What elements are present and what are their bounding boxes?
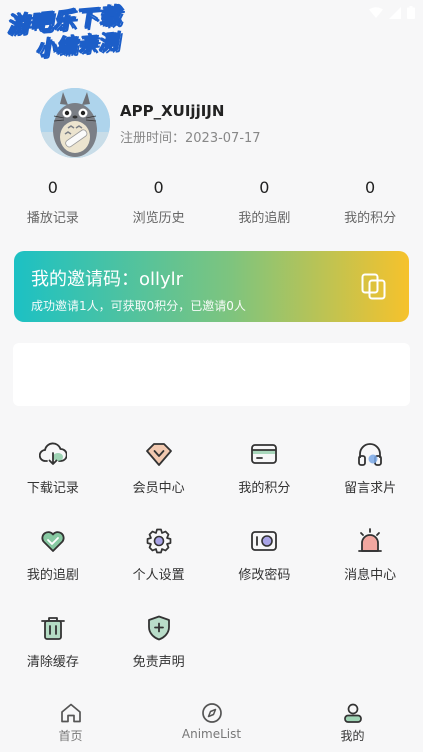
tab-label: 首页 xyxy=(58,729,83,743)
shield-plus-icon xyxy=(147,615,170,641)
invite-code-title: 我的邀请码：ollylr xyxy=(31,269,184,290)
wifi-icon xyxy=(369,6,383,18)
tab-mine[interactable]: 我的 xyxy=(282,696,423,752)
stat-value: 0 xyxy=(47,178,58,197)
stats-bar: 0 播放记录 0 浏览历史 0 我的追剧 0 我的积分 xyxy=(0,178,423,226)
tab-animelist[interactable]: AnimeList xyxy=(141,696,282,752)
menu-label: 我的追剧 xyxy=(26,568,79,583)
tab-label: AnimeList xyxy=(181,727,242,741)
stat-value: 0 xyxy=(365,178,376,197)
username: APP_XUIjjIJN xyxy=(120,102,225,120)
copy-icon[interactable] xyxy=(361,273,387,301)
stat-play-history[interactable]: 0 播放记录 xyxy=(0,178,106,226)
menu-my-follows[interactable]: 我的追剧 xyxy=(0,527,106,614)
menu-label: 会员中心 xyxy=(132,481,185,496)
cloud-download-icon xyxy=(38,442,67,465)
wallet-icon xyxy=(251,444,278,464)
status-icons xyxy=(369,6,415,19)
stat-label: 浏览历史 xyxy=(132,211,185,226)
registration-date-value: 2023-07-17 xyxy=(185,131,261,146)
tab-home[interactable]: 首页 xyxy=(0,696,141,752)
menu-label: 消息中心 xyxy=(344,568,397,583)
compass-icon xyxy=(201,703,222,723)
signal-icon xyxy=(389,6,401,19)
vip-badge-icon xyxy=(145,443,172,466)
user-icon xyxy=(343,703,362,723)
invite-code-subtitle: 成功邀请1人，可获取0积分，已邀请0人 xyxy=(31,299,246,313)
menu-label: 留言求片 xyxy=(344,481,397,496)
menu-clear-cache[interactable]: 清除缓存 xyxy=(0,614,106,701)
user-profile[interactable]: APP_XUIjjIJN 注册时间：2023-07-17 xyxy=(40,88,261,158)
menu-personal-settings[interactable]: 个人设置 xyxy=(106,527,212,614)
menu-label: 我的积分 xyxy=(238,481,291,496)
status-bar: 游吧乐下载 小编亲测 xyxy=(0,0,423,61)
function-menu-grid: 下载记录 会员中心 我的积分 留言求片 我的追剧 个人设置 修改密码 消息中心 … xyxy=(0,440,423,701)
stat-label: 我的追剧 xyxy=(238,211,291,226)
menu-label: 免责声明 xyxy=(132,655,185,670)
watermark-logo: 游吧乐下载 小编亲测 xyxy=(6,4,125,63)
stat-label: 播放记录 xyxy=(26,211,79,226)
menu-disclaimer[interactable]: 免责声明 xyxy=(106,614,212,701)
gear-icon xyxy=(146,528,171,554)
menu-request-movie[interactable]: 留言求片 xyxy=(317,440,423,527)
menu-change-password[interactable]: 修改密码 xyxy=(212,527,318,614)
stat-label: 我的积分 xyxy=(344,211,397,226)
bottom-tab-bar: 首页 AnimeList 我的 xyxy=(0,696,423,752)
menu-label: 清除缓存 xyxy=(26,655,79,670)
menu-vip-center[interactable]: 会员中心 xyxy=(106,440,212,527)
menu-label: 下载记录 xyxy=(26,481,79,496)
stat-value: 0 xyxy=(259,178,270,197)
menu-message-center[interactable]: 消息中心 xyxy=(317,527,423,614)
stat-value: 0 xyxy=(153,178,164,197)
menu-download-records[interactable]: 下载记录 xyxy=(0,440,106,527)
menu-label: 个人设置 xyxy=(132,568,185,583)
alarm-icon xyxy=(358,528,383,552)
battery-icon xyxy=(407,6,415,19)
headphones-icon xyxy=(358,443,383,466)
stat-my-points[interactable]: 0 我的积分 xyxy=(317,178,423,226)
avatar[interactable] xyxy=(40,88,110,158)
heart-icon xyxy=(41,531,65,552)
home-icon xyxy=(60,703,81,723)
banner-placeholder xyxy=(13,343,410,406)
stat-my-follows[interactable]: 0 我的追剧 xyxy=(212,178,318,226)
stat-browse-history[interactable]: 0 浏览历史 xyxy=(106,178,212,226)
tab-label: 我的 xyxy=(340,729,365,743)
totoro-avatar-image xyxy=(40,88,110,158)
invite-code-card[interactable]: 我的邀请码：ollylr 成功邀请1人，可获取0积分，已邀请0人 xyxy=(14,251,409,322)
lock-toggle-icon xyxy=(251,531,278,551)
menu-my-points[interactable]: 我的积分 xyxy=(212,440,318,527)
trash-icon xyxy=(40,617,65,640)
menu-label: 修改密码 xyxy=(238,568,291,583)
registration-label: 注册时间： xyxy=(120,131,186,146)
registration-date: 注册时间：2023-07-17 xyxy=(120,127,261,146)
